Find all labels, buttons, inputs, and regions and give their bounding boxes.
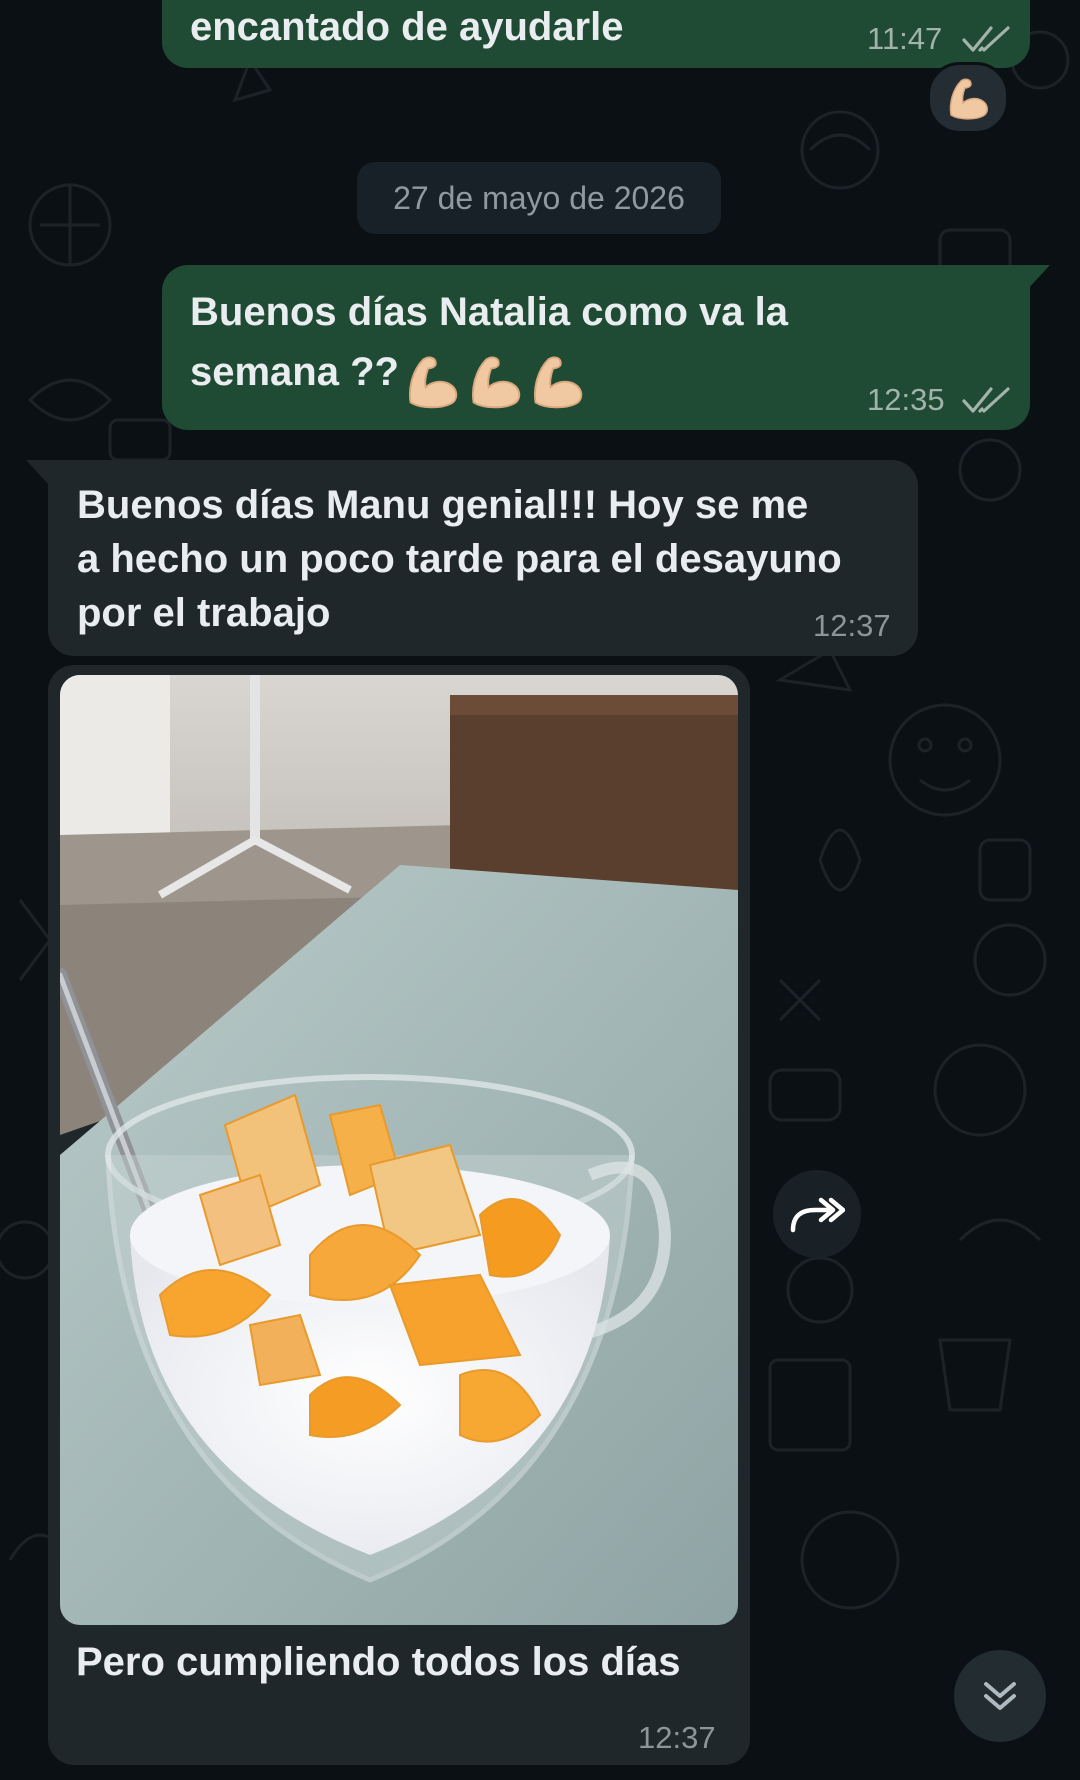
photo-illustration xyxy=(60,675,738,1625)
bubble-tail xyxy=(1020,265,1050,291)
message-time: 12:37 xyxy=(638,1720,716,1755)
scroll-to-bottom-button[interactable] xyxy=(954,1650,1046,1742)
message-time: 12:35 xyxy=(867,382,945,417)
message-text: encantado de ayudarle xyxy=(190,5,624,49)
muscle-emoji-icon xyxy=(949,78,988,120)
message-line-2-row: semana ?? xyxy=(190,345,586,412)
muscle-emoji-icon xyxy=(409,356,458,409)
message-line-1: Buenos días Natalia como va la xyxy=(190,290,788,334)
double-check-icon xyxy=(962,26,1010,52)
outgoing-message[interactable]: Buenos días Natalia como va la semana ??… xyxy=(162,265,1030,430)
bubble-tail xyxy=(26,460,56,486)
forward-icon xyxy=(790,1197,845,1233)
photo-yogurt-orange-cup[interactable] xyxy=(60,675,738,1625)
muscle-emoji-icon xyxy=(534,356,583,409)
message-line-3: por el trabajo xyxy=(77,591,331,635)
message-time: 12:37 xyxy=(813,608,891,643)
date-divider: 27 de mayo de 2026 xyxy=(357,162,721,234)
incoming-message[interactable]: Buenos días Manu genial!!! Hoy se me a h… xyxy=(48,460,918,656)
reaction-chip[interactable] xyxy=(927,62,1009,134)
message-line-2: a hecho un poco tarde para el desayuno xyxy=(77,537,842,581)
double-chevron-down-icon xyxy=(984,1682,1016,1710)
message-time: 11:47 xyxy=(867,21,943,56)
double-check-icon xyxy=(962,387,1010,413)
message-line-1: Buenos días Manu genial!!! Hoy se me xyxy=(77,483,809,527)
photo-caption: Pero cumpliendo todos los días xyxy=(76,1640,681,1684)
message-line-2: semana ?? xyxy=(190,350,399,394)
muscle-emoji-icon xyxy=(471,356,521,409)
forward-button[interactable] xyxy=(773,1170,861,1258)
outgoing-message-previous[interactable]: encantado de ayudarle 11:47 xyxy=(162,0,1030,68)
